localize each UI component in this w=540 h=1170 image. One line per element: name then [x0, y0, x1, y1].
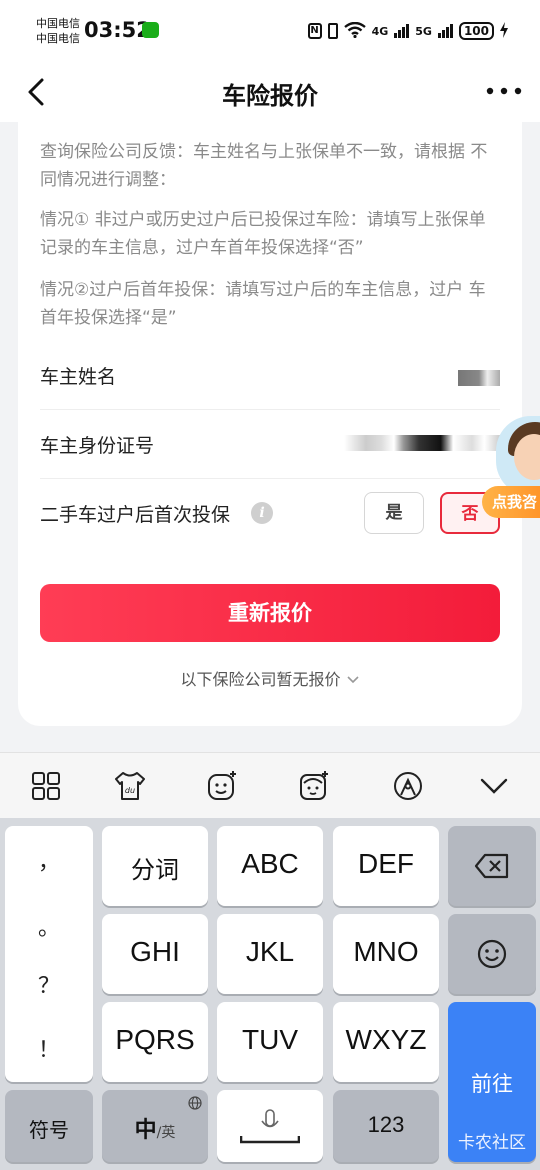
key-wxyz[interactable]: WXYZ [333, 1002, 439, 1082]
language-switch-key[interactable]: 中/英 [102, 1090, 208, 1162]
smiley-icon [477, 939, 507, 969]
svg-text:du: du [125, 786, 135, 795]
grid-icon[interactable] [29, 769, 63, 803]
backspace-key[interactable] [448, 826, 536, 906]
yes-button[interactable]: 是 [364, 492, 424, 534]
emoji-plus-icon[interactable] [205, 769, 239, 803]
first-insure-row: 二手车过户后首次投保 i 是 否 [40, 480, 500, 548]
backspace-icon [474, 853, 509, 879]
chevron-down-icon [346, 676, 359, 684]
first-insure-label: 二手车过户后首次投保 [40, 504, 231, 526]
symbols-key[interactable]: 符号 [5, 1090, 93, 1162]
net-label-2: 5G [415, 24, 432, 38]
notice-line-2: 情况① 非过户或历史过户后已投保过车险：请填写上张保单记录的车主信息，过户车首年… [40, 210, 486, 258]
keyboard-toolbar: du [0, 752, 540, 818]
key-pqrs[interactable]: PQRS [102, 1002, 208, 1082]
watermark: 卡农社区 [458, 1133, 526, 1153]
key-abc[interactable]: ABC [217, 826, 323, 906]
vibrate-icon [327, 23, 338, 39]
page-title: 车险报价 [222, 82, 318, 110]
microphone-icon [240, 1109, 300, 1144]
requote-button[interactable]: 重新报价 [40, 584, 500, 642]
chinese-label: 中 [134, 1118, 157, 1143]
owner-name-label: 车主姓名 [40, 366, 117, 388]
net-label-1: 4G [371, 24, 389, 38]
owner-id-label: 车主身份证号 [40, 435, 155, 457]
punct-comma[interactable]: ， [5, 844, 93, 876]
owner-id-row[interactable]: 车主身份证号 [40, 411, 500, 479]
no-quote-toggle[interactable]: 以下保险公司暂无报价 [18, 666, 522, 690]
battery-level: 100 [458, 22, 494, 40]
key-tuv[interactable]: TUV [217, 1002, 323, 1082]
clock: 03:52 [84, 18, 151, 42]
key-mno[interactable]: MNO [333, 914, 439, 994]
assistant-avatar [496, 416, 540, 496]
wechat-icon [142, 22, 159, 38]
no-quote-label: 以下保险公司暂无报价 [180, 670, 341, 689]
punct-period[interactable]: 。 [5, 910, 93, 942]
shirt-du-icon[interactable]: du [113, 769, 147, 803]
key-def[interactable]: DEF [333, 826, 439, 906]
emoji-key[interactable] [448, 914, 536, 994]
notice-line-1: 查询保险公司反馈：车主姓名与上张保单不一致，请根据 不同情况进行调整： [40, 142, 488, 190]
sticker-icon[interactable] [297, 769, 331, 803]
numbers-key[interactable]: 123 [333, 1090, 439, 1162]
carrier-labels: 中国电信 中国电信 [36, 16, 80, 46]
carrier-1: 中国电信 [36, 17, 80, 30]
owner-id-masked-value [344, 435, 500, 451]
status-bar: 中国电信 中国电信 03:52 N 4G 5G 100 [0, 0, 540, 62]
punct-exclaim[interactable]: ！ [5, 1032, 93, 1064]
floating-assistant[interactable]: 点我咨 [482, 416, 540, 544]
punctuation-column[interactable]: ， 。 ？ ！ [5, 826, 93, 1082]
system-icons: N 4G 5G 100 [307, 20, 508, 42]
more-dots-icon [486, 87, 522, 95]
wifi-icon [343, 21, 366, 41]
notice-line-3: 情况②过户后首年投保：请填写过户后的车主信息，过户 车首年投保选择“是” [40, 280, 486, 328]
info-icon[interactable]: i [251, 502, 273, 524]
space-voice-key[interactable] [217, 1090, 323, 1162]
key-fenci[interactable]: 分词 [102, 826, 208, 906]
globe-icon [188, 1096, 202, 1110]
key-jkl[interactable]: JKL [217, 914, 323, 994]
owner-name-row[interactable]: 车主姓名 [40, 342, 500, 410]
signal-1-icon [394, 24, 410, 38]
quote-card: 查询保险公司反馈：车主姓名与上张保单不一致，请根据 不同情况进行调整： 情况① … [18, 122, 522, 726]
collapse-keyboard-icon[interactable] [477, 769, 511, 803]
more-button[interactable] [484, 76, 524, 106]
punct-question[interactable]: ？ [5, 968, 93, 1000]
signal-2-icon [437, 24, 453, 38]
consult-badge[interactable]: 点我咨 [482, 486, 540, 518]
handwrite-icon[interactable] [391, 769, 425, 803]
charging-icon [500, 21, 508, 41]
owner-name-masked-value [458, 370, 500, 386]
nav-bar: 车险报价 [0, 62, 540, 122]
nfc-icon: N [307, 23, 322, 39]
key-ghi[interactable]: GHI [102, 914, 208, 994]
carrier-2: 中国电信 [36, 32, 80, 45]
english-label: /英 [156, 1125, 176, 1141]
